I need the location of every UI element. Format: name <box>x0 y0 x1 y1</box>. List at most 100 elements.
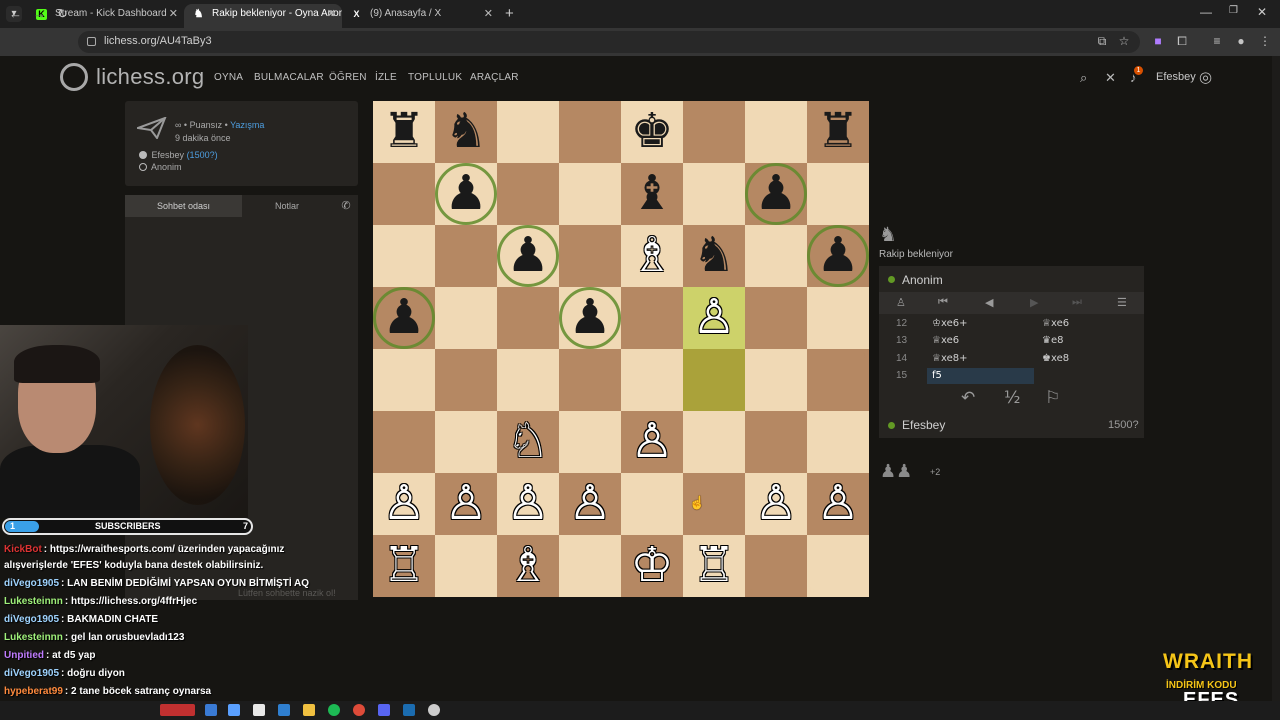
store-icon[interactable] <box>253 704 265 716</box>
site-info-icon[interactable] <box>87 37 96 46</box>
square-e2[interactable] <box>621 473 683 535</box>
square-a6[interactable] <box>373 225 435 287</box>
square-g6[interactable] <box>745 225 807 287</box>
piece-e6[interactable]: ♗ <box>621 225 683 287</box>
tab-chat-room[interactable]: Sohbet odası <box>125 195 242 217</box>
square-a7[interactable] <box>373 163 435 225</box>
square-e4[interactable] <box>621 349 683 411</box>
square-d3[interactable] <box>559 411 621 473</box>
tab-lichess[interactable]: ♞ Rakip bekleniyor - Oyna Anon... ✕ <box>184 4 342 28</box>
challenge-swords-icon[interactable]: ✕ <box>1105 70 1116 86</box>
copilot-icon[interactable] <box>228 704 240 716</box>
white-move[interactable]: ♕xe6 <box>932 335 959 346</box>
black-move[interactable]: ♚xe8 <box>1042 353 1069 364</box>
square-d7[interactable] <box>559 163 621 225</box>
extensions-puzzle-icon[interactable]: ⧠ <box>1175 34 1189 48</box>
user-menu-name[interactable]: Efesbey <box>1156 71 1196 83</box>
page-scrollbar[interactable] <box>1272 56 1280 701</box>
nav-community[interactable]: TOPLULUK <box>408 72 462 83</box>
browser-menu-icon[interactable]: ⋮ <box>1258 34 1272 48</box>
piece-h8[interactable]: ♜ <box>807 101 869 163</box>
outlook-icon[interactable] <box>278 704 290 716</box>
steam-icon[interactable] <box>403 704 415 716</box>
square-h5[interactable] <box>807 287 869 349</box>
piece-f6[interactable]: ♞ <box>683 225 745 287</box>
offer-draw-icon[interactable]: ½ <box>1004 388 1020 408</box>
square-c7[interactable] <box>497 163 559 225</box>
nav-puzzles[interactable]: BULMACALAR <box>254 72 324 83</box>
restore-icon[interactable]: ❐ <box>1229 5 1238 16</box>
piece-b8[interactable]: ♞ <box>435 101 497 163</box>
piece-d2[interactable]: ♙ <box>559 473 621 535</box>
tab-notes[interactable]: Notlar <box>242 195 332 217</box>
back-icon[interactable]: ← <box>9 6 22 21</box>
white-player-name[interactable]: Efesbey <box>152 150 185 160</box>
bookmark-star-icon[interactable]: ☆ <box>1117 34 1131 48</box>
spotify-icon[interactable] <box>328 704 340 716</box>
square-f3[interactable] <box>683 411 745 473</box>
game-mode-link[interactable]: Yazışma <box>230 120 264 130</box>
close-tab-icon[interactable]: ✕ <box>484 4 493 24</box>
square-d8[interactable] <box>559 101 621 163</box>
site-logo-text[interactable]: lichess.org <box>96 64 204 90</box>
last-move-icon[interactable]: ⏭ <box>1072 296 1082 309</box>
square-d1[interactable] <box>559 535 621 597</box>
square-a4[interactable] <box>373 349 435 411</box>
piece-c2[interactable]: ♙ <box>497 473 559 535</box>
square-d4[interactable] <box>559 349 621 411</box>
square-f7[interactable] <box>683 163 745 225</box>
next-move-icon[interactable]: ▶ <box>1030 296 1038 309</box>
piece-e8[interactable]: ♚ <box>621 101 683 163</box>
chess-board[interactable]: ♜ ♞ ♚ ♜ ♟ ♝ ♟ ♟ ♗ ♞ ♟ ♟ ♟ ♙ ♘ ♙ ♙ ♙ ♙ ♙ ♙ ♙ ♖ ♗ ♔ ♖ a b c d e f g h 8 7 6 5 4 3… <box>373 101 869 597</box>
piece-a2[interactable]: ♙ <box>373 473 435 535</box>
taskbar-app-icon[interactable] <box>160 704 195 716</box>
discord-icon[interactable] <box>378 704 390 716</box>
square-h4[interactable] <box>807 349 869 411</box>
reload-icon[interactable]: ↻ <box>57 6 68 22</box>
nav-tools[interactable]: ARAÇLAR <box>470 72 519 83</box>
square-c4[interactable] <box>497 349 559 411</box>
media-control-icon[interactable]: ≡ <box>1210 34 1224 48</box>
nav-learn[interactable]: ÖĞREN <box>329 72 367 83</box>
obs-icon[interactable] <box>428 704 440 716</box>
square-b1[interactable] <box>435 535 497 597</box>
white-move[interactable]: ♔xe6+ <box>932 318 967 329</box>
tab-x[interactable]: X (9) Anasayfa / X ✕ <box>342 4 499 28</box>
piece-c3[interactable]: ♘ <box>497 411 559 473</box>
piece-c6[interactable]: ♟ <box>497 225 559 287</box>
square-h3[interactable] <box>807 411 869 473</box>
first-move-icon[interactable]: ⏮ <box>938 296 948 309</box>
square-f4[interactable] <box>683 349 745 411</box>
piece-a8[interactable]: ♜ <box>373 101 435 163</box>
black-move[interactable]: ♕xe6 <box>1042 318 1069 329</box>
square-c5[interactable] <box>497 287 559 349</box>
square-d6[interactable] <box>559 225 621 287</box>
minimize-icon[interactable]: — <box>1200 5 1212 19</box>
install-app-icon[interactable]: ⧉ <box>1095 34 1109 48</box>
forward-icon[interactable]: → <box>33 6 46 21</box>
address-bar[interactable]: lichess.org/AU4TaBy3 <box>78 31 1140 53</box>
close-tab-icon[interactable]: ✕ <box>327 4 336 24</box>
white-move[interactable]: ♕xe8+ <box>932 353 967 364</box>
square-b3[interactable] <box>435 411 497 473</box>
lichess-logo-icon[interactable] <box>60 63 88 91</box>
menu-hamburger-icon[interactable]: ☰ <box>1117 296 1127 309</box>
square-g8[interactable] <box>745 101 807 163</box>
piece-e7[interactable]: ♝ <box>621 163 683 225</box>
square-g4[interactable] <box>745 349 807 411</box>
search-icon[interactable]: ⌕ <box>1080 70 1087 86</box>
new-tab-icon[interactable]: + <box>505 5 514 22</box>
close-window-icon[interactable]: ✕ <box>1257 5 1267 19</box>
phone-icon[interactable]: ✆ <box>336 195 356 217</box>
nav-play[interactable]: OYNA <box>214 72 243 83</box>
resign-flag-icon[interactable]: ⚐ <box>1045 388 1060 408</box>
piece-a1[interactable]: ♖ <box>373 535 435 597</box>
extension-icon[interactable]: ■ <box>1151 34 1165 48</box>
piece-g7[interactable]: ♟ <box>745 163 807 225</box>
tab-kick[interactable]: K Stream - Kick Dashboard ✕ <box>27 4 184 28</box>
user-avatar-icon[interactable]: ◎ <box>1199 68 1212 86</box>
square-b6[interactable] <box>435 225 497 287</box>
square-c8[interactable] <box>497 101 559 163</box>
piece-h6[interactable]: ♟ <box>807 225 869 287</box>
flip-board-icon[interactable]: ♙ <box>896 296 906 309</box>
